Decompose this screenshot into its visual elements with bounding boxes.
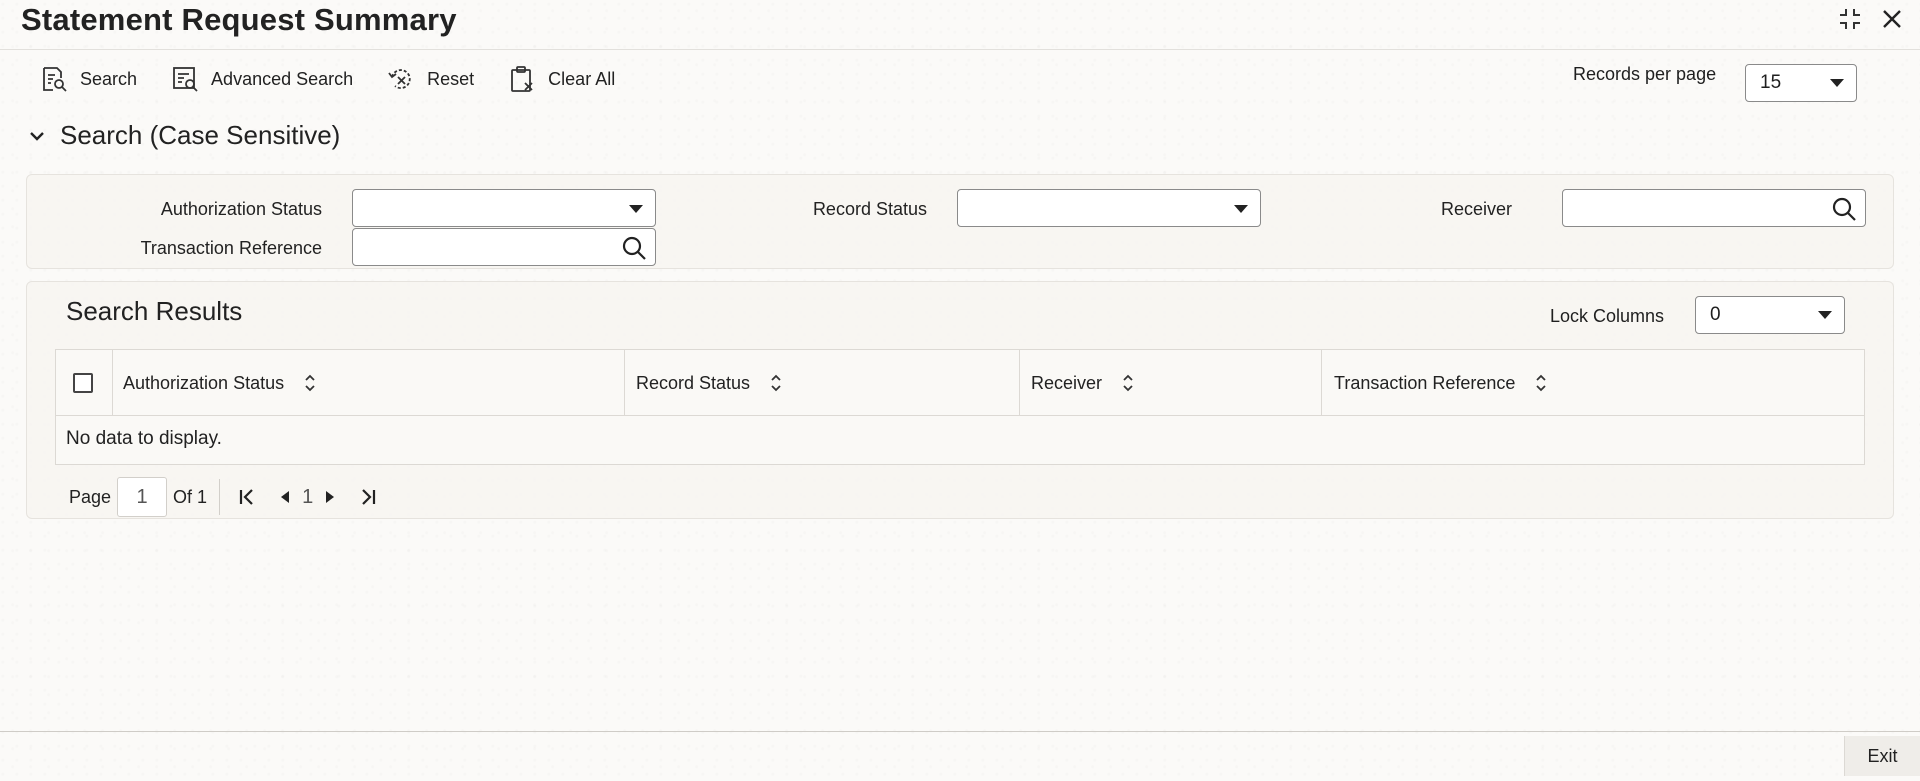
table-header: Authorization Status Record Status Recei… (56, 350, 1864, 416)
next-page-icon[interactable] (317, 482, 343, 512)
chevron-down-icon (1830, 79, 1844, 87)
page-number-input[interactable]: 1 (117, 477, 168, 517)
results-table: Authorization Status Record Status Recei… (55, 349, 1865, 465)
page-number-link[interactable]: 1 (302, 486, 313, 509)
page-label: Page (69, 486, 112, 507)
previous-page-icon[interactable] (272, 482, 298, 512)
exit-button[interactable]: Exit (1844, 736, 1920, 776)
sort-icon[interactable] (302, 372, 318, 394)
title-divider (0, 49, 1920, 50)
receiver-label: Receiver (1440, 199, 1512, 219)
last-page-icon[interactable] (355, 482, 381, 512)
receiver-input[interactable] (1562, 189, 1866, 227)
record-status-label: Record Status (812, 199, 927, 219)
transaction-reference-input[interactable] (352, 228, 656, 266)
record-status-select[interactable] (957, 189, 1261, 227)
column-header-record-status[interactable]: Record Status (636, 350, 784, 416)
column-header-transaction-reference[interactable]: Transaction Reference (1334, 350, 1549, 416)
reset-icon (387, 65, 415, 93)
first-page-icon[interactable] (234, 482, 260, 512)
search-icon[interactable] (1829, 194, 1859, 224)
minimize-icon[interactable] (1836, 4, 1864, 34)
search-criteria-panel: Authorization Status Record Status Recei… (26, 174, 1894, 269)
search-icon[interactable] (619, 233, 649, 263)
column-header-authorization-status[interactable]: Authorization Status (123, 350, 318, 416)
page-of-label: Of 1 (173, 486, 208, 507)
transaction-reference-label: Transaction Reference (140, 238, 322, 258)
clear-all-button[interactable]: Clear All (508, 65, 615, 93)
clipboard-clear-icon (508, 65, 536, 93)
lock-columns-label: Lock Columns (1550, 306, 1665, 326)
chevron-down-icon (1818, 311, 1832, 319)
authorization-status-label: Authorization Status (160, 199, 322, 219)
page-title: Statement Request Summary (21, 2, 457, 37)
search-button[interactable]: Search (40, 65, 137, 93)
empty-message: No data to display. (66, 428, 222, 449)
select-all-checkbox[interactable] (73, 373, 93, 393)
advanced-search-button[interactable]: Advanced Search (171, 65, 353, 93)
sort-icon[interactable] (768, 372, 784, 394)
toolbar: Search Advanced Search Reset Clear All (40, 62, 649, 96)
lock-columns-select[interactable]: 0 (1695, 296, 1845, 334)
search-results-title: Search Results (66, 296, 243, 326)
chevron-down-icon (1234, 205, 1248, 213)
sort-icon[interactable] (1533, 372, 1549, 394)
authorization-status-select[interactable] (352, 189, 656, 227)
pagination: Page 1 Of 1 1 (69, 477, 387, 517)
search-doc-icon (40, 65, 68, 93)
records-per-page-label: Records per page (1573, 64, 1717, 84)
close-icon[interactable] (1878, 4, 1906, 34)
search-section-header[interactable]: Search (Case Sensitive) (26, 120, 340, 151)
window-controls (1836, 4, 1906, 34)
records-per-page-select[interactable]: 15 (1745, 64, 1857, 102)
column-header-receiver[interactable]: Receiver (1031, 350, 1136, 416)
search-results-panel: Search Results Lock Columns 0 Authorizat… (26, 281, 1894, 519)
chevron-down-icon (26, 125, 48, 147)
footer-divider (0, 731, 1920, 732)
chevron-down-icon (629, 205, 643, 213)
reset-button[interactable]: Reset (387, 65, 474, 93)
sort-icon[interactable] (1120, 372, 1136, 394)
advanced-search-icon (171, 65, 199, 93)
